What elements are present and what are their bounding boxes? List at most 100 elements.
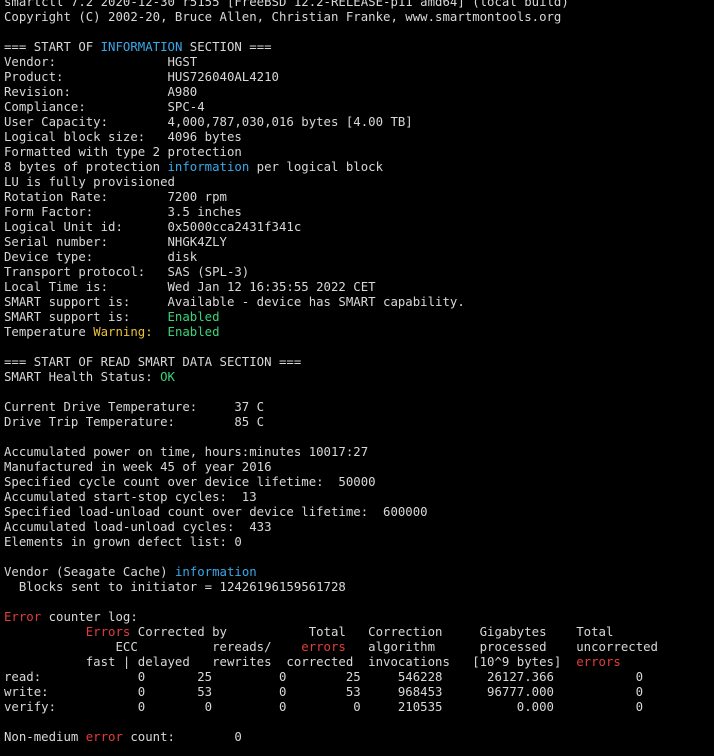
- terminal-text: Error: [4, 610, 42, 624]
- terminal-text: Logical Unit id: 0x5000cca2431f341c: [4, 220, 302, 234]
- terminal-text: Accumulated power on time, hours:minutes…: [4, 445, 369, 459]
- terminal-text: Form Factor: 3.5 inches: [4, 205, 242, 219]
- terminal-line: SMART support is: Enabled: [4, 310, 658, 325]
- terminal-line: SMART support is: Available - device has…: [4, 295, 658, 310]
- terminal-text: Non-medium: [4, 730, 86, 744]
- terminal-text: information: [174, 565, 257, 579]
- terminal-text: SMART Health Status:: [4, 370, 161, 384]
- terminal-text: SMART support is: Available - device has…: [4, 295, 465, 309]
- terminal-line: Serial number: NHGK4ZLY: [4, 235, 658, 250]
- terminal-text: error: [85, 730, 123, 744]
- terminal-text: Transport protocol: SAS (SPL-3): [4, 265, 250, 279]
- terminal-line: Specified load-unload count over device …: [4, 505, 658, 520]
- terminal-line: SMART Health Status: OK: [4, 370, 658, 385]
- terminal-line: Rotation Rate: 7200 rpm: [4, 190, 658, 205]
- terminal-text: Blocks sent to initiator = 1242619615956…: [4, 580, 346, 594]
- terminal-text: === START OF READ SMART DATA SECTION ===: [4, 355, 302, 369]
- terminal-text: Accumulated start-stop cycles: 13: [4, 490, 257, 504]
- terminal-line: Vendor (Seagate Cache) information: [4, 565, 658, 580]
- terminal-text: Accumulated load-unload cycles: 433: [4, 520, 272, 534]
- terminal-text: Vendor: HGST: [4, 55, 198, 69]
- terminal-line: Error counter log:: [4, 610, 658, 625]
- terminal-text: per logical block: [249, 160, 384, 174]
- terminal-line: write: 0 53 0 53 968453 96777.000 0: [4, 685, 658, 700]
- terminal-text: Warning:: [93, 325, 153, 339]
- terminal-text: count: 0: [122, 730, 242, 744]
- terminal-text: write: 0 53 0 53 968453 96777.000 0: [4, 685, 644, 699]
- terminal-line: Specified cycle count over device lifeti…: [4, 475, 658, 490]
- terminal-line: === START OF READ SMART DATA SECTION ===: [4, 355, 658, 370]
- terminal-line: Logical Unit id: 0x5000cca2431f341c: [4, 220, 658, 235]
- terminal-line: Vendor: HGST: [4, 55, 658, 70]
- terminal-text: Corrected by Total Correction Gigabytes …: [130, 625, 614, 639]
- terminal-line: Product: HUS726040AL4210: [4, 70, 658, 85]
- terminal-line: fast | delayed rewrites corrected invoca…: [4, 655, 658, 670]
- terminal-text: OK: [160, 370, 175, 384]
- terminal-text: Product: HUS726040AL4210: [4, 70, 279, 84]
- terminal-text: errors: [576, 655, 621, 669]
- terminal-line: Accumulated start-stop cycles: 13: [4, 490, 658, 505]
- terminal-text: Temperature: [4, 325, 94, 339]
- terminal-line: Non-medium error count: 0: [4, 730, 658, 745]
- terminal-line: Blocks sent to initiator = 1242619615956…: [4, 580, 658, 595]
- terminal-line: Accumulated load-unload cycles: 433: [4, 520, 658, 535]
- terminal-line: Temperature Warning: Enabled: [4, 325, 658, 340]
- terminal-line: verify: 0 0 0 0 210535 0.000 0: [4, 700, 658, 715]
- terminal-text: Manufactured in week 45 of year 2016: [4, 460, 272, 474]
- terminal-text: Compliance: SPC-4: [4, 100, 205, 114]
- terminal-line: Copyright (C) 2002-20, Bruce Allen, Chri…: [4, 10, 658, 25]
- terminal-line: === START OF INFORMATION SECTION ===: [4, 40, 658, 55]
- terminal-line: User Capacity: 4,000,787,030,016 bytes […: [4, 115, 658, 130]
- terminal-line: Errors Corrected by Total Correction Gig…: [4, 625, 658, 640]
- terminal-line: read: 0 25 0 25 546228 26127.366 0: [4, 670, 658, 685]
- terminal-text: Specified cycle count over device lifeti…: [4, 475, 376, 489]
- terminal-text: counter log:: [41, 610, 138, 624]
- terminal-text: Formatted with type 2 protection: [4, 145, 242, 159]
- terminal-text: Local Time is: Wed Jan 12 16:35:55 2022 …: [4, 280, 376, 294]
- terminal-text: User Capacity: 4,000,787,030,016 bytes […: [4, 115, 413, 129]
- terminal-line: Logical block size: 4096 bytes: [4, 130, 658, 145]
- terminal-text: Revision: A980: [4, 85, 198, 99]
- terminal-text: SMART support is:: [4, 310, 168, 324]
- terminal-text: algorithm processed uncorrected: [345, 640, 658, 654]
- terminal-line: Local Time is: Wed Jan 12 16:35:55 2022 …: [4, 280, 658, 295]
- terminal-line: ECC rereads/ errors algorithm processed …: [4, 640, 658, 655]
- terminal-text: fast | delayed rewrites corrected invoca…: [4, 655, 577, 669]
- terminal-line: Transport protocol: SAS (SPL-3): [4, 265, 658, 280]
- terminal-line: Form Factor: 3.5 inches: [4, 205, 658, 220]
- terminal-text: ECC rereads/: [4, 640, 302, 654]
- terminal-text: Enabled: [167, 310, 220, 324]
- terminal-text: LU is fully provisioned: [4, 175, 175, 189]
- terminal-line: smartctl 7.2 2020-12-30 r5155 [FreeBSD 1…: [4, 0, 658, 10]
- terminal-line: 8 bytes of protection information per lo…: [4, 160, 658, 175]
- terminal-text: verify: 0 0 0 0 210535 0.000 0: [4, 700, 644, 714]
- terminal-text: Specified load-unload count over device …: [4, 505, 428, 519]
- terminal-output: smartctl 7.2 2020-12-30 r5155 [FreeBSD 1…: [4, 0, 658, 745]
- terminal-text: SECTION ===: [182, 40, 272, 54]
- terminal-text: === START OF: [4, 40, 101, 54]
- terminal-line: Elements in grown defect list: 0: [4, 535, 658, 550]
- terminal-line: Revision: A980: [4, 85, 658, 100]
- terminal-line: Compliance: SPC-4: [4, 100, 658, 115]
- terminal-text: Rotation Rate: 7200 rpm: [4, 190, 227, 204]
- terminal-text: Drive Trip Temperature: 85 C: [4, 415, 265, 429]
- terminal-text: Current Drive Temperature: 37 C: [4, 400, 265, 414]
- terminal-text: INFORMATION: [100, 40, 183, 54]
- terminal-line: Accumulated power on time, hours:minutes…: [4, 445, 658, 460]
- terminal-text: Elements in grown defect list: 0: [4, 535, 242, 549]
- terminal-text: Serial number: NHGK4ZLY: [4, 235, 227, 249]
- terminal-line: Formatted with type 2 protection: [4, 145, 658, 160]
- terminal-line: LU is fully provisioned: [4, 175, 658, 190]
- terminal-text: Errors: [85, 625, 131, 639]
- terminal-text: 8 bytes of protection: [4, 160, 168, 174]
- terminal-line: Drive Trip Temperature: 85 C: [4, 415, 658, 430]
